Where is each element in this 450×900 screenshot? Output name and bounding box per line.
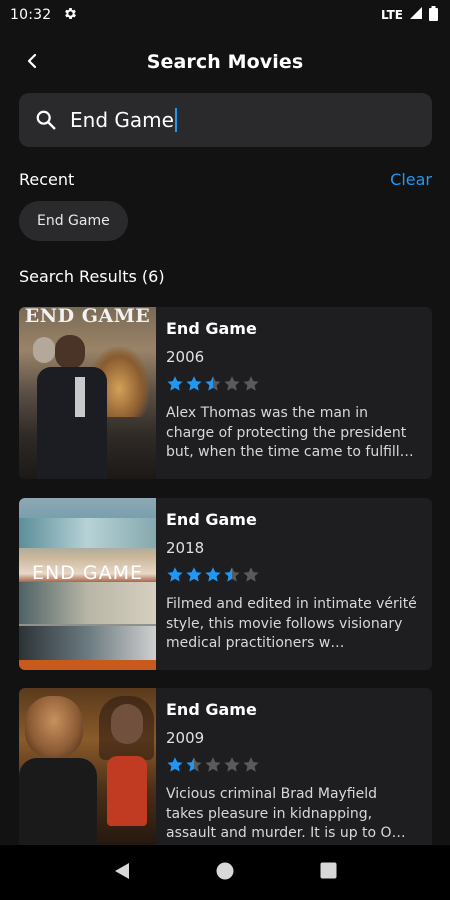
result-details: End Game 2018 Filmed and edited in intim… bbox=[156, 498, 432, 670]
arrow-back-icon bbox=[26, 53, 40, 73]
status-bar: 10:32 LTE bbox=[0, 0, 450, 30]
movie-title: End Game bbox=[166, 510, 257, 529]
star-icon bbox=[204, 375, 222, 394]
poster-art-band bbox=[19, 660, 156, 670]
poster-art-hair bbox=[99, 696, 154, 760]
poster-art-strip bbox=[19, 626, 156, 660]
search-icon bbox=[33, 107, 59, 133]
star-icon bbox=[223, 566, 241, 585]
status-indicators: LTE bbox=[380, 5, 438, 25]
triangle-back-icon bbox=[114, 862, 130, 884]
star-rating bbox=[166, 756, 418, 775]
movie-year: 2018 bbox=[166, 539, 205, 557]
result-card[interactable]: END GAME End Game 2006 Alex Thomas was t… bbox=[19, 307, 432, 479]
result-details: End Game 2009 Vicious criminal Brad Mayf… bbox=[156, 688, 432, 860]
star-icon bbox=[185, 756, 203, 775]
poster-art-top bbox=[107, 756, 147, 826]
star-icon bbox=[185, 375, 203, 394]
square-recents-icon bbox=[320, 862, 337, 883]
star-icon bbox=[166, 756, 184, 775]
movie-title: End Game bbox=[166, 319, 257, 338]
star-icon bbox=[242, 375, 260, 394]
star-icon bbox=[242, 756, 260, 775]
movie-description: Vicious criminal Brad Mayfield takes ple… bbox=[166, 786, 406, 841]
poster-art-strip bbox=[19, 518, 156, 548]
star-icon bbox=[204, 756, 222, 775]
poster-title: END GAME bbox=[24, 307, 151, 327]
results-heading: Search Results (6) bbox=[19, 267, 165, 286]
search-query: End Game bbox=[70, 108, 174, 132]
page-title: Search Movies bbox=[146, 51, 304, 73]
star-rating bbox=[166, 375, 418, 394]
recent-chip[interactable]: End Game bbox=[19, 201, 128, 241]
movie-description: Filmed and edited in intimate vérité sty… bbox=[166, 596, 417, 651]
battery-icon bbox=[429, 5, 438, 25]
recent-heading: Recent bbox=[19, 170, 75, 189]
star-icon bbox=[204, 566, 222, 585]
text-cursor bbox=[174, 108, 177, 132]
back-button[interactable] bbox=[18, 48, 48, 78]
clear-recent-button[interactable]: Clear bbox=[390, 170, 432, 189]
movie-year: 2009 bbox=[166, 729, 205, 747]
poster-art-shirt bbox=[75, 377, 85, 417]
movie-poster: END GAME bbox=[19, 307, 156, 479]
movie-poster bbox=[19, 688, 156, 860]
movie-year: 2006 bbox=[166, 348, 205, 366]
star-icon bbox=[166, 566, 184, 585]
network-type: LTE bbox=[380, 8, 403, 22]
result-card[interactable]: End Game 2009 Vicious criminal Brad Mayf… bbox=[19, 688, 432, 860]
star-icon bbox=[185, 566, 203, 585]
movie-title: End Game bbox=[166, 700, 257, 719]
app-bar: Search Movies bbox=[0, 40, 450, 84]
circle-home-icon bbox=[216, 862, 234, 884]
poster-art-figure bbox=[37, 367, 107, 479]
signal-icon bbox=[409, 6, 423, 24]
movie-poster: END GAME bbox=[19, 498, 156, 670]
star-icon bbox=[223, 756, 241, 775]
poster-art-strip bbox=[19, 582, 156, 624]
screen: 10:32 LTE Search Movies End Game Recent … bbox=[0, 0, 450, 900]
status-time: 10:32 bbox=[10, 7, 52, 23]
movie-description: Alex Thomas was the man in charge of pro… bbox=[166, 405, 414, 460]
star-icon bbox=[242, 566, 260, 585]
system-nav-bar bbox=[0, 845, 450, 900]
gear-icon bbox=[63, 6, 78, 25]
star-icon bbox=[166, 375, 184, 394]
nav-home-button[interactable] bbox=[205, 853, 245, 893]
nav-back-button[interactable] bbox=[102, 853, 142, 893]
search-input[interactable]: End Game bbox=[19, 93, 432, 147]
nav-recents-button[interactable] bbox=[308, 853, 348, 893]
poster-art-face bbox=[55, 335, 85, 369]
star-rating bbox=[166, 566, 418, 585]
poster-art-face bbox=[33, 337, 55, 363]
star-icon bbox=[223, 375, 241, 394]
poster-art-face bbox=[25, 696, 83, 758]
result-details: End Game 2006 Alex Thomas was the man in… bbox=[156, 307, 432, 479]
poster-title: END GAME bbox=[31, 562, 143, 584]
result-card[interactable]: END GAME End Game 2018 Filmed and edited… bbox=[19, 498, 432, 670]
